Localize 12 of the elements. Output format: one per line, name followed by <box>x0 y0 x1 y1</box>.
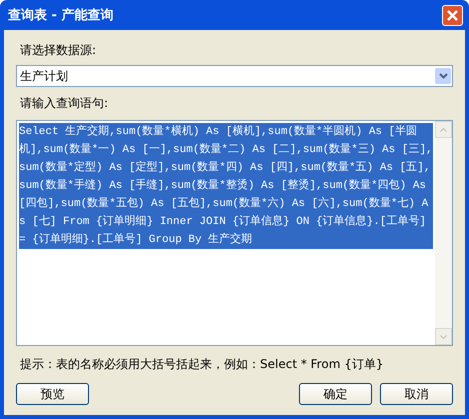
hint-text: 提示：表的名称必须用大括号括起来，例如：Select * From {订单} <box>20 356 384 373</box>
source-dropdown[interactable]: 生产计划 <box>16 65 453 87</box>
dialog-button[interactable]: 取消 <box>380 383 453 405</box>
chevron-down-icon <box>438 73 448 79</box>
dialog-button[interactable]: 确定 <box>299 383 372 405</box>
window-title: 查询表 - 产能查询 <box>8 6 114 24</box>
query-label: 请输入查询语句: <box>20 95 110 112</box>
close-icon <box>446 8 459 22</box>
query-text: Select 生产交期,sum(数量*横机) As [横机],sum(数量*半圆机) As [半圆机],sum(数量*一) As [一],sum(数量*二) As [二],sum(数量*三) As [三],sum(数量*定型) As [定型],sum(数量*四) As [四],sum(数量*五) As [五],sum(数量*手缝) As [手缝],sum(数量*整烫) As [整烫],sum(数量*四包) As [四包],sum(数量*五包) As [五包],sum(数量*六) As [六],sum(数量*七) As [七] From {订单明细} Inner JOIN {订单信息} ON {订单信息}.[工单号] = {订单明细}.[工单号] Group By 生产交期 <box>19 123 433 249</box>
dialog-button[interactable]: 预览 <box>16 383 89 405</box>
source-label: 请选择数据源: <box>20 42 98 59</box>
close-button[interactable] <box>442 4 463 26</box>
